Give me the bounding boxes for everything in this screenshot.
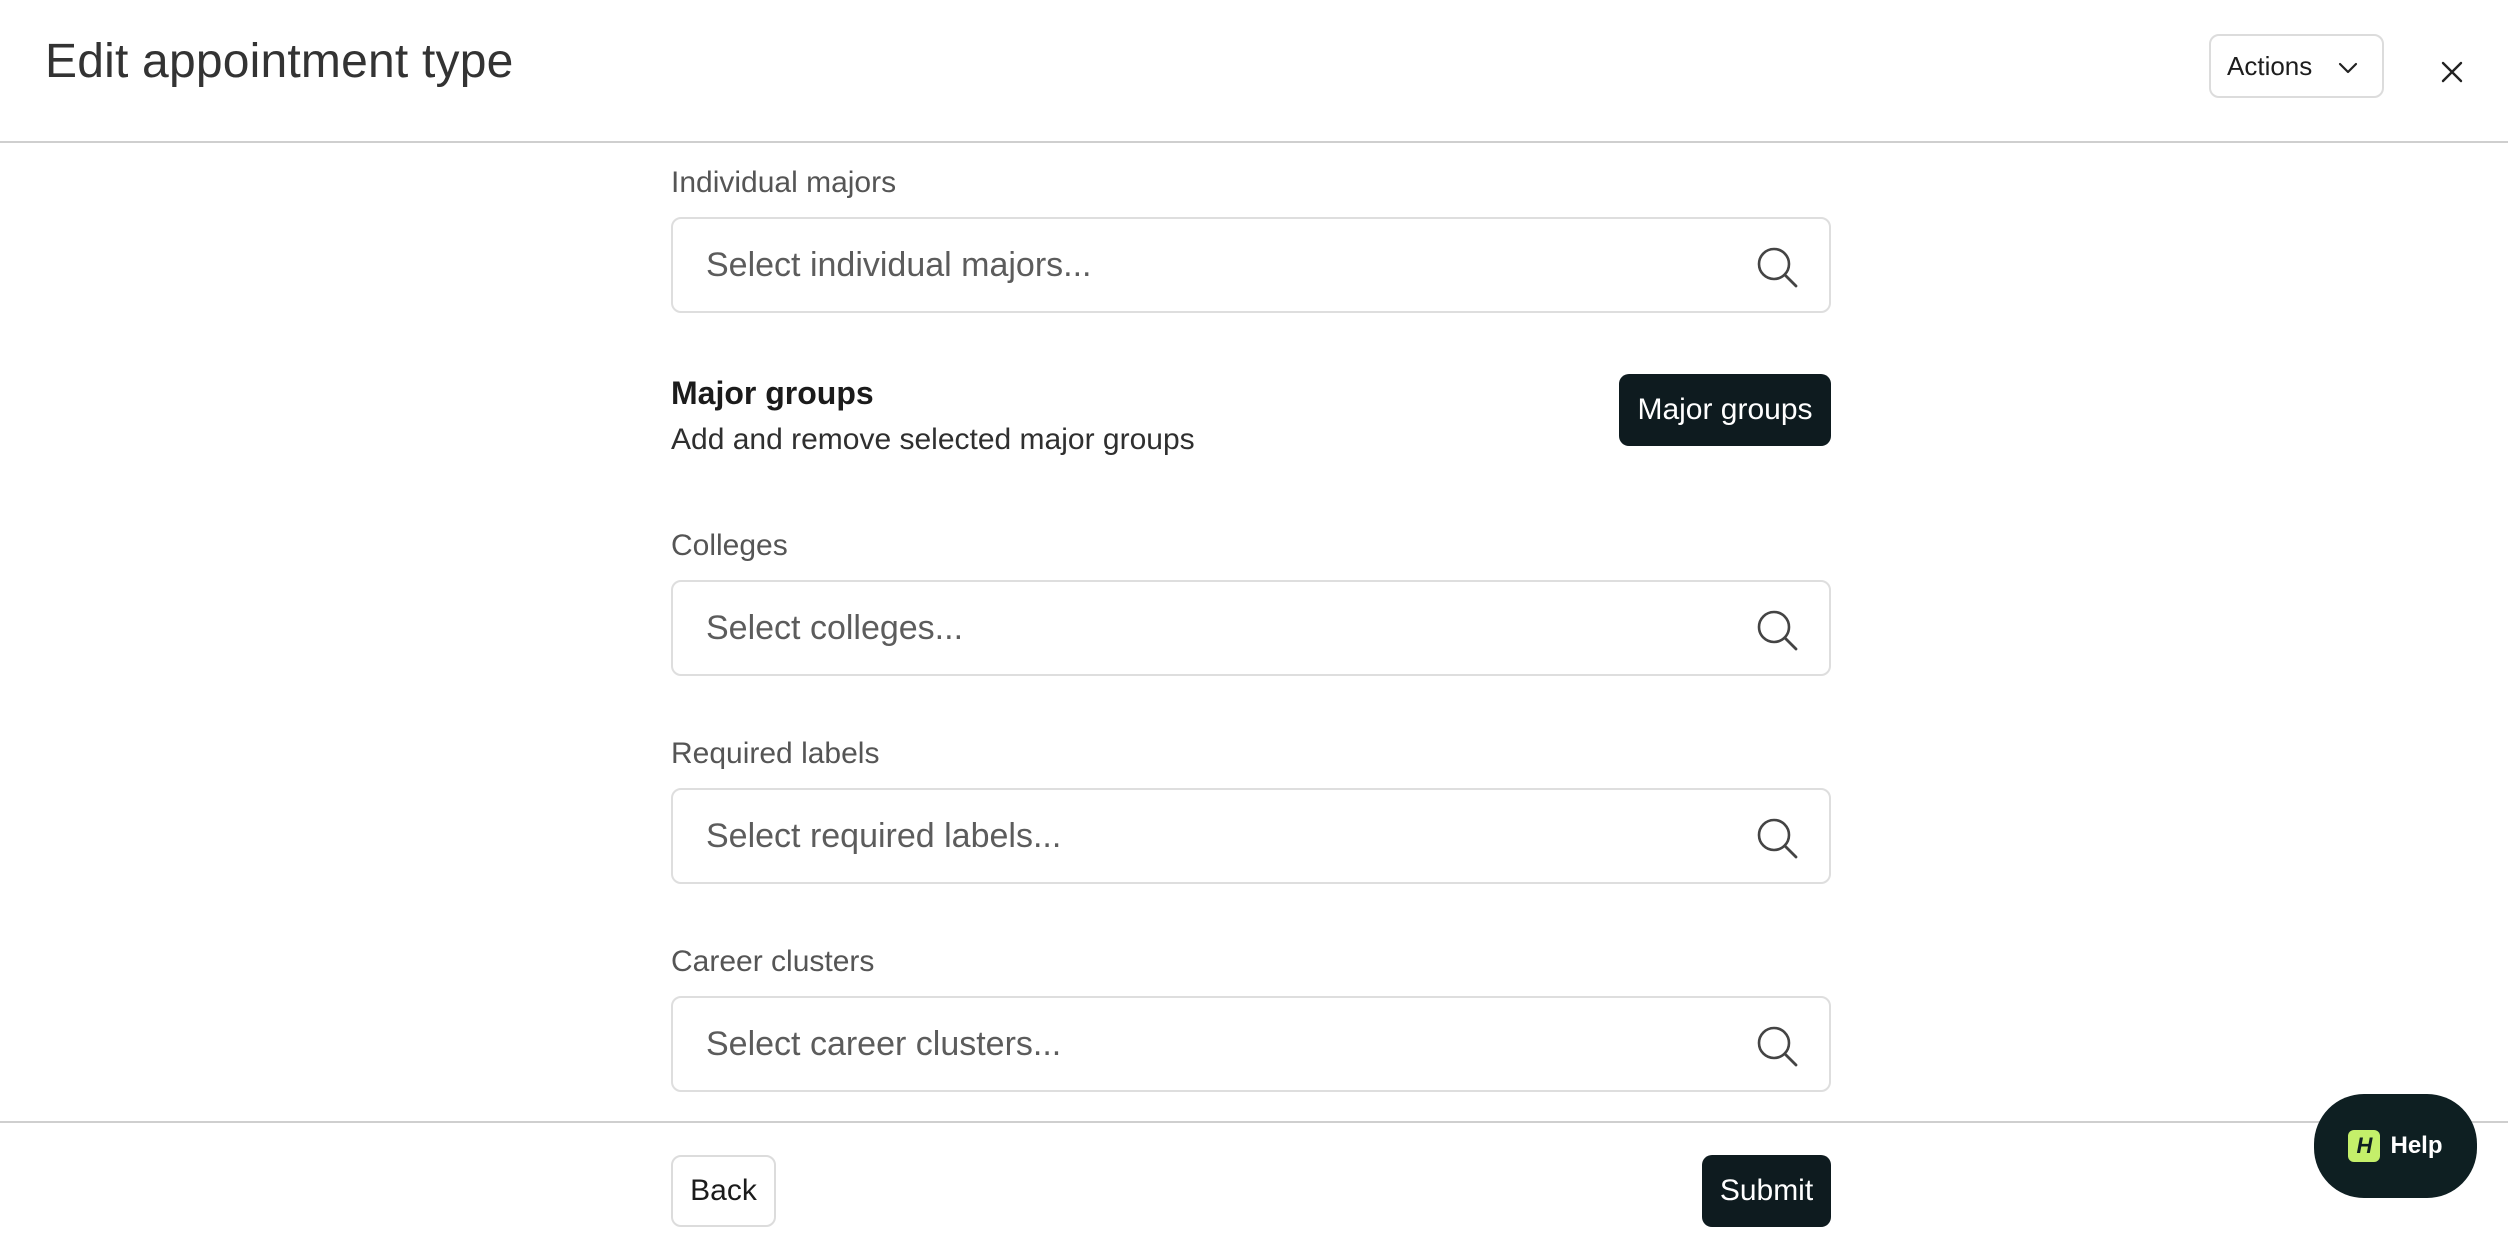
colleges-field[interactable] — [671, 580, 1831, 676]
search-icon[interactable] — [1755, 1024, 1799, 1068]
required-labels-input[interactable] — [675, 792, 1715, 880]
career-clusters-label: Career clusters — [671, 945, 875, 978]
modal-footer: Back Submit — [0, 1121, 2508, 1246]
help-logo-icon: H — [2348, 1130, 2381, 1162]
help-widget-button[interactable]: H Help — [2314, 1094, 2477, 1198]
required-labels-field[interactable] — [671, 788, 1831, 884]
chevron-down-icon — [2338, 62, 2358, 74]
form-content[interactable]: Individual majors Major groups Add and r… — [0, 145, 2508, 1121]
required-labels-label: Required labels — [671, 737, 880, 770]
major-groups-button[interactable]: Major groups — [1619, 374, 1831, 446]
actions-label: Actions — [2227, 50, 2313, 81]
page-title: Edit appointment type — [45, 35, 514, 88]
back-button[interactable]: Back — [671, 1155, 776, 1227]
colleges-label: Colleges — [671, 529, 788, 562]
search-icon[interactable] — [1755, 245, 1799, 289]
colleges-input[interactable] — [675, 584, 1715, 672]
submit-button[interactable]: Submit — [1702, 1155, 1831, 1227]
career-clusters-field[interactable] — [671, 996, 1831, 1092]
individual-majors-field[interactable] — [671, 217, 1831, 313]
major-groups-description: Add and remove selected major groups — [671, 423, 1195, 456]
close-button[interactable] — [2430, 50, 2474, 94]
individual-majors-input[interactable] — [675, 221, 1715, 309]
search-icon[interactable] — [1755, 608, 1799, 652]
help-label: Help — [2390, 1132, 2443, 1159]
individual-majors-label: Individual majors — [671, 166, 897, 199]
modal-header: Edit appointment type Actions — [0, 0, 2508, 143]
major-groups-title: Major groups — [671, 375, 874, 411]
actions-dropdown-button[interactable]: Actions — [2209, 34, 2384, 98]
career-clusters-input[interactable] — [675, 1000, 1715, 1088]
close-icon — [2441, 61, 2463, 83]
search-icon[interactable] — [1755, 816, 1799, 860]
